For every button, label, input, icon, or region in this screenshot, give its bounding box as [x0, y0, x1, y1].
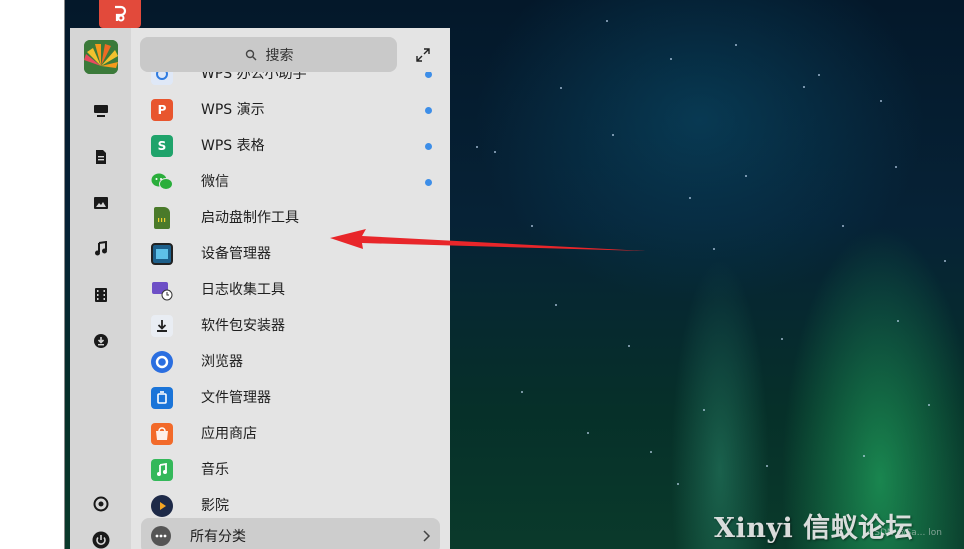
picture-icon[interactable] — [91, 193, 111, 213]
package-installer-icon — [151, 315, 173, 337]
star — [521, 391, 523, 393]
app-label: WPS 演示 — [201, 102, 265, 118]
list-item[interactable]: WPS 办公小助手 — [131, 72, 450, 92]
movie-icon — [151, 495, 173, 517]
list-item[interactable]: 软件包安装器 — [131, 308, 450, 344]
star — [863, 455, 865, 457]
star — [766, 465, 768, 467]
log-collector-icon — [151, 279, 173, 301]
new-indicator-dot — [425, 179, 432, 186]
app-label: 设备管理器 — [201, 246, 271, 262]
star — [494, 151, 496, 153]
app-label: 文件管理器 — [201, 390, 271, 406]
star — [650, 451, 652, 453]
new-indicator-dot — [425, 72, 432, 78]
star — [703, 409, 705, 411]
star — [897, 320, 899, 322]
download-icon[interactable] — [91, 331, 111, 351]
flower-avatar-icon — [84, 40, 118, 74]
star — [944, 260, 946, 262]
wechat-icon — [151, 171, 173, 193]
search-icon — [244, 48, 258, 62]
app-label: 启动盘制作工具 — [201, 210, 299, 226]
all-categories-label: 所有分类 — [190, 529, 246, 545]
app-label: 日志收集工具 — [201, 282, 285, 298]
settings-icon[interactable] — [91, 494, 111, 514]
chevron-right-icon — [423, 530, 431, 542]
app-label: 软件包安装器 — [201, 318, 285, 334]
document-icon[interactable] — [91, 147, 111, 167]
app-label: 音乐 — [201, 462, 229, 478]
star — [818, 74, 820, 76]
star — [612, 134, 614, 136]
new-indicator-dot — [425, 143, 432, 150]
power-icon[interactable] — [91, 530, 111, 549]
sd-card-icon — [154, 207, 170, 229]
app-list: WPS 办公小助手 P WPS 演示 S WPS 表格 微信启动盘制作工具 设备管理器日志收… — [131, 72, 450, 520]
new-indicator-dot — [425, 107, 432, 114]
app-label: 应用商店 — [201, 426, 257, 442]
all-categories-button[interactable]: 所有分类 — [141, 518, 440, 549]
app-label: 微信 — [201, 174, 229, 190]
computer-icon[interactable] — [91, 101, 111, 121]
left-panel-area — [0, 0, 64, 549]
star — [531, 225, 533, 227]
list-item[interactable]: 影院 — [131, 488, 450, 520]
device-manager-icon — [151, 243, 173, 265]
star — [677, 483, 679, 485]
list-item[interactable]: 微信 — [131, 164, 450, 200]
app-label: WPS 表格 — [201, 138, 265, 154]
search-input[interactable]: 搜索 — [140, 37, 397, 72]
music-note-icon[interactable] — [91, 239, 111, 259]
app-launcher: 搜索 WPS 办公小助手 P WPS 演示 S WPS 表格 微信启动盘制作工具 设备管理器… — [70, 28, 450, 549]
star — [606, 20, 608, 22]
browser-icon — [151, 351, 173, 373]
star — [587, 432, 589, 434]
star — [555, 304, 557, 306]
star — [560, 87, 562, 89]
star — [689, 197, 691, 199]
star — [928, 404, 930, 406]
wps-pdf-icon — [115, 5, 127, 22]
list-item[interactable]: 启动盘制作工具 — [131, 200, 450, 236]
list-item[interactable]: S WPS 表格 — [131, 128, 450, 164]
wps-spreadsheet-icon: S — [151, 135, 173, 157]
star — [713, 248, 715, 250]
star — [745, 175, 747, 177]
file-manager-icon — [151, 387, 173, 409]
avatar[interactable] — [84, 40, 118, 74]
star — [476, 146, 478, 148]
list-item[interactable]: 音乐 — [131, 452, 450, 488]
star — [803, 86, 805, 88]
star — [895, 166, 897, 168]
more-dots-icon — [151, 526, 171, 546]
music-icon — [151, 459, 173, 481]
list-item[interactable]: 设备管理器 — [131, 236, 450, 272]
star — [880, 100, 882, 102]
watermark-title: Xinyi 信蚁论坛 — [714, 513, 914, 544]
video-icon[interactable] — [91, 285, 111, 305]
star — [670, 58, 672, 60]
app-store-icon — [151, 423, 173, 445]
list-item[interactable]: 应用商店 — [131, 416, 450, 452]
wps-assistant-icon — [151, 72, 173, 85]
category-sidebar — [70, 28, 131, 549]
watermark-subtitle: CSDN @Sa... lon — [868, 528, 942, 538]
search-placeholder: 搜索 — [265, 47, 294, 64]
wps-presentation-icon: P — [151, 99, 173, 121]
app-label: 浏览器 — [201, 354, 243, 370]
list-item[interactable]: 文件管理器 — [131, 380, 450, 416]
left-divider — [64, 0, 65, 549]
list-item[interactable]: 浏览器 — [131, 344, 450, 380]
app-label: WPS 办公小助手 — [201, 72, 307, 82]
star — [842, 225, 844, 227]
list-item[interactable]: P WPS 演示 — [131, 92, 450, 128]
star — [781, 338, 783, 340]
app-label: 影院 — [201, 498, 229, 514]
star — [735, 44, 737, 46]
fullscreen-expand-icon[interactable] — [414, 46, 432, 64]
pinned-app-button[interactable] — [99, 0, 141, 28]
star — [628, 345, 630, 347]
list-item[interactable]: 日志收集工具 — [131, 272, 450, 308]
